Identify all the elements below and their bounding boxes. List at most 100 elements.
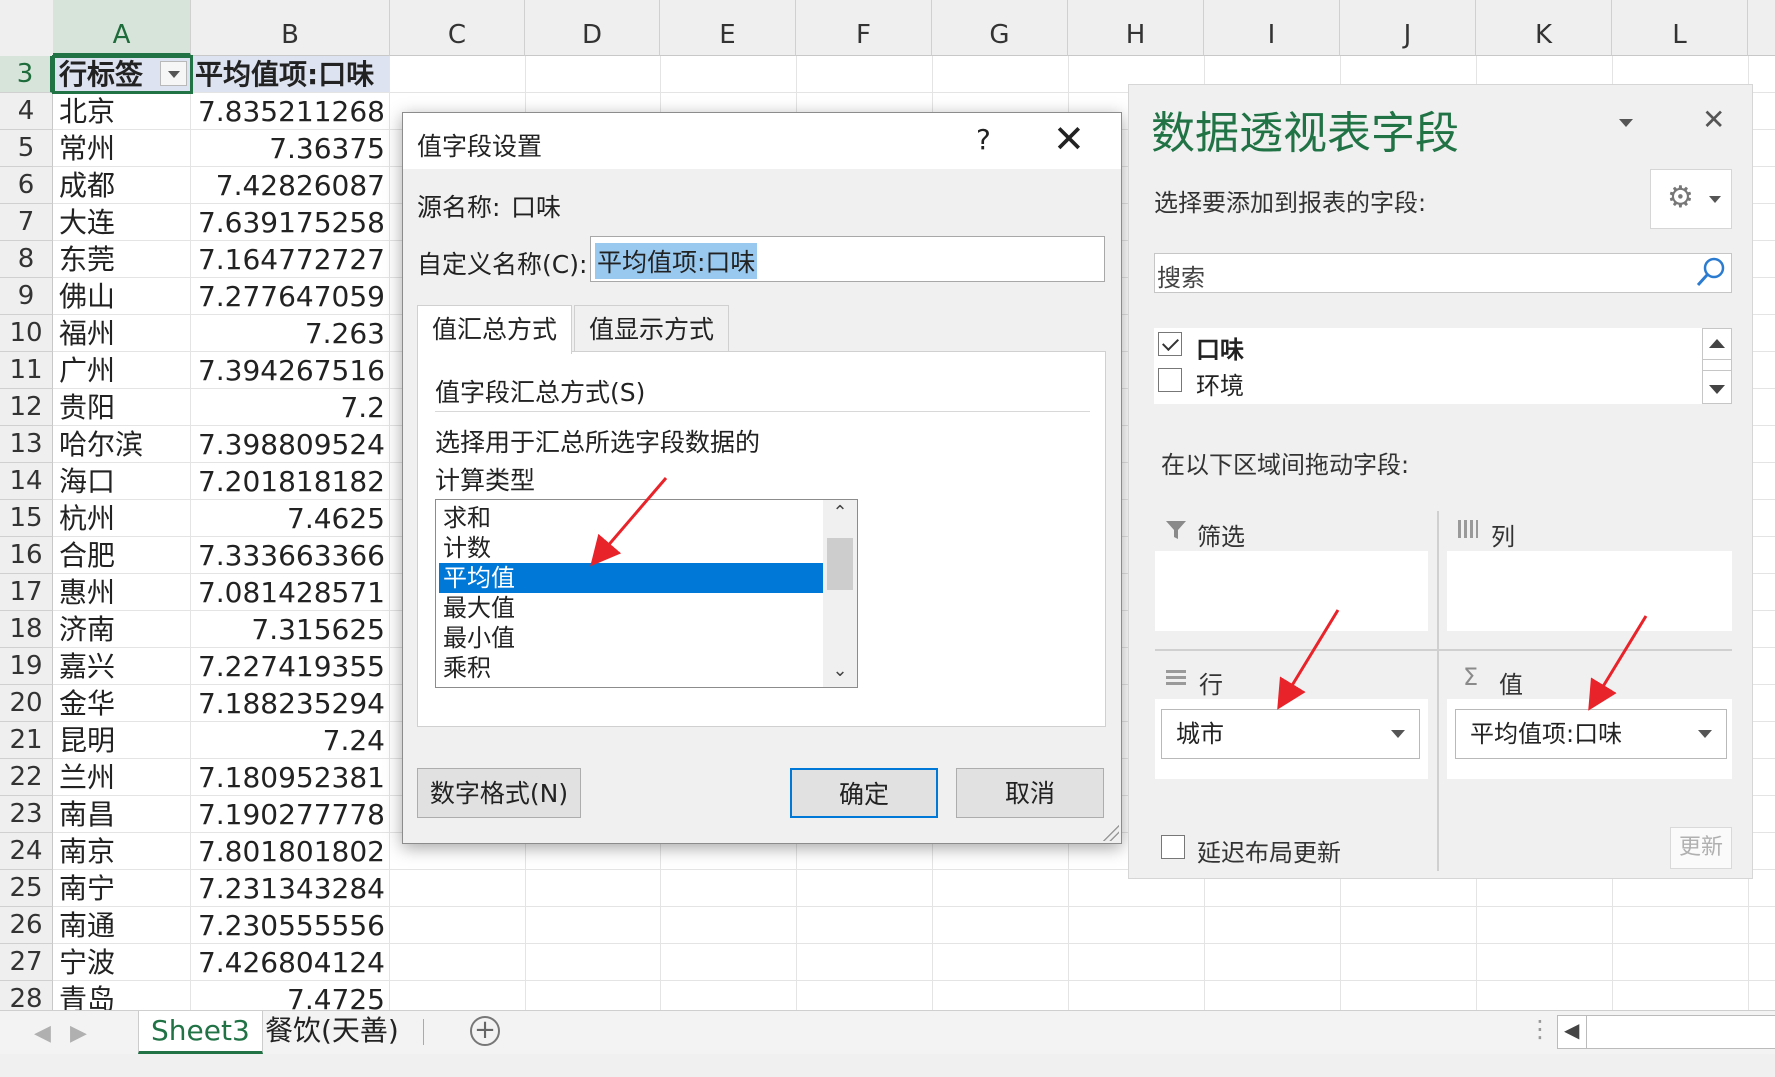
row-header[interactable]: 28: [0, 981, 53, 1010]
row-label-cell[interactable]: 成都: [53, 167, 191, 204]
custom-name-input[interactable]: 平均值项:口味: [590, 236, 1105, 282]
row-header[interactable]: 26: [0, 907, 53, 944]
chevron-down-icon[interactable]: ⌄: [823, 660, 857, 681]
row-header[interactable]: 9: [0, 278, 53, 315]
columns-drop-area[interactable]: [1447, 551, 1732, 631]
average-value-cell[interactable]: 7.4725: [191, 981, 390, 1010]
average-value-cell[interactable]: 7.164772727: [191, 241, 390, 278]
row-label-cell[interactable]: 贵阳: [53, 389, 191, 426]
row-label-cell[interactable]: 海口: [53, 463, 191, 500]
row-header[interactable]: 25: [0, 870, 53, 907]
column-header-d[interactable]: D: [525, 0, 660, 56]
average-value-cell[interactable]: 7.639175258: [191, 204, 390, 241]
column-header-i[interactable]: I: [1204, 0, 1340, 56]
chevron-down-icon[interactable]: [1391, 730, 1405, 738]
row-label-cell[interactable]: 北京: [53, 93, 191, 130]
dialog-title-bar[interactable]: 值字段设置 ? ✕: [403, 113, 1121, 169]
number-format-button[interactable]: 数字格式(N): [417, 768, 581, 818]
more-dots-icon[interactable]: ⋮: [1528, 1015, 1552, 1043]
function-item-sum[interactable]: 求和: [439, 503, 823, 533]
average-value-cell[interactable]: 7.42826087: [191, 167, 390, 204]
average-value-cell[interactable]: 7.081428571: [191, 574, 390, 611]
row-label-cell[interactable]: 广州: [53, 352, 191, 389]
average-value-cell[interactable]: 7.188235294: [191, 685, 390, 722]
pane-options-dropdown-icon[interactable]: [1619, 119, 1633, 127]
average-value-cell[interactable]: 7.394267516: [191, 352, 390, 389]
average-value-cell[interactable]: 7.180952381: [191, 759, 390, 796]
row-header[interactable]: 17: [0, 574, 53, 611]
field-list-scrollbar[interactable]: [1702, 328, 1732, 404]
row-label-cell[interactable]: 福州: [53, 315, 191, 352]
sheet-tab-catering[interactable]: 餐饮(天善): [253, 1011, 411, 1051]
tab-show-values-as[interactable]: 值显示方式: [574, 305, 730, 352]
field-checkbox-taste[interactable]: [1158, 332, 1182, 356]
layout-settings-button[interactable]: ⚙: [1650, 169, 1732, 229]
ok-button[interactable]: 确定: [790, 768, 938, 818]
row-label-cell[interactable]: 东莞: [53, 241, 191, 278]
row-header[interactable]: 27: [0, 944, 53, 981]
column-header-e[interactable]: E: [660, 0, 796, 56]
row-label-cell[interactable]: 昆明: [53, 722, 191, 759]
help-icon[interactable]: ?: [976, 123, 991, 156]
row-label-cell[interactable]: 惠州: [53, 574, 191, 611]
values-field-avg-taste[interactable]: 平均值项:口味: [1455, 709, 1727, 759]
row-label-cell[interactable]: 佛山: [53, 278, 191, 315]
field-search-input[interactable]: 搜索: [1154, 253, 1732, 293]
average-value-cell[interactable]: 7.398809524: [191, 426, 390, 463]
average-value-cell[interactable]: 7.277647059: [191, 278, 390, 315]
row-label-cell[interactable]: 兰州: [53, 759, 191, 796]
row-label-cell[interactable]: 南昌: [53, 796, 191, 833]
chevron-up-icon[interactable]: ⌃: [823, 502, 857, 523]
row-label-cell[interactable]: 南通: [53, 907, 191, 944]
row-header[interactable]: 21: [0, 722, 53, 759]
field-name-environment[interactable]: 环境: [1196, 366, 1244, 401]
average-value-cell[interactable]: 7.2: [191, 389, 390, 426]
column-header-b[interactable]: B: [191, 0, 390, 56]
triangle-up-icon[interactable]: [1709, 339, 1725, 348]
function-item-product[interactable]: 乘积: [439, 653, 823, 683]
row-header[interactable]: 11: [0, 352, 53, 389]
row-header[interactable]: 15: [0, 500, 53, 537]
row-header[interactable]: 10: [0, 315, 53, 352]
row-header[interactable]: 12: [0, 389, 53, 426]
chevron-down-icon[interactable]: [1698, 730, 1712, 738]
average-value-cell[interactable]: 7.36375: [191, 130, 390, 167]
function-item-min[interactable]: 最小值: [439, 623, 823, 653]
row-label-cell[interactable]: 青岛: [53, 981, 191, 1010]
row-header[interactable]: 22: [0, 759, 53, 796]
average-value-cell[interactable]: 7.230555556: [191, 907, 390, 944]
function-item-max[interactable]: 最大值: [439, 593, 823, 623]
row-label-cell[interactable]: 哈尔滨: [53, 426, 191, 463]
column-header-l[interactable]: L: [1612, 0, 1748, 56]
row-header[interactable]: 13: [0, 426, 53, 463]
column-header-m[interactable]: [1748, 0, 1775, 56]
row-header[interactable]: 18: [0, 611, 53, 648]
row-header[interactable]: 3: [0, 56, 53, 93]
row-header[interactable]: 4: [0, 93, 53, 130]
column-header-g[interactable]: G: [932, 0, 1068, 56]
scroll-left-icon[interactable]: ◀: [1564, 1018, 1579, 1042]
function-listbox[interactable]: 求和 计数 平均值 最大值 最小值 乘积 ⌃ ⌄: [435, 499, 858, 688]
row-header[interactable]: 6: [0, 167, 53, 204]
row-label-cell[interactable]: 大连: [53, 204, 191, 241]
select-all-corner[interactable]: [0, 0, 54, 57]
filters-drop-area[interactable]: [1155, 551, 1428, 631]
cancel-button[interactable]: 取消: [956, 768, 1104, 818]
row-header[interactable]: 8: [0, 241, 53, 278]
average-value-cell[interactable]: 7.201818182: [191, 463, 390, 500]
column-header-a[interactable]: A: [53, 0, 191, 56]
row-label-cell[interactable]: 济南: [53, 611, 191, 648]
average-value-cell[interactable]: 7.426804124: [191, 944, 390, 981]
row-header[interactable]: 24: [0, 833, 53, 870]
sheet-tab-sheet3[interactable]: Sheet3: [138, 1011, 263, 1054]
average-value-cell[interactable]: 7.190277778: [191, 796, 390, 833]
average-value-cell[interactable]: 7.231343284: [191, 870, 390, 907]
resize-grip-icon[interactable]: [1103, 825, 1119, 841]
average-value-cell[interactable]: 7.315625: [191, 611, 390, 648]
triangle-down-icon[interactable]: [1709, 385, 1725, 394]
average-value-cell[interactable]: 7.24: [191, 722, 390, 759]
average-value-cell[interactable]: 7.801801802: [191, 833, 390, 870]
update-button[interactable]: 更新: [1670, 827, 1732, 869]
row-header[interactable]: 20: [0, 685, 53, 722]
search-icon[interactable]: [1693, 254, 1729, 290]
